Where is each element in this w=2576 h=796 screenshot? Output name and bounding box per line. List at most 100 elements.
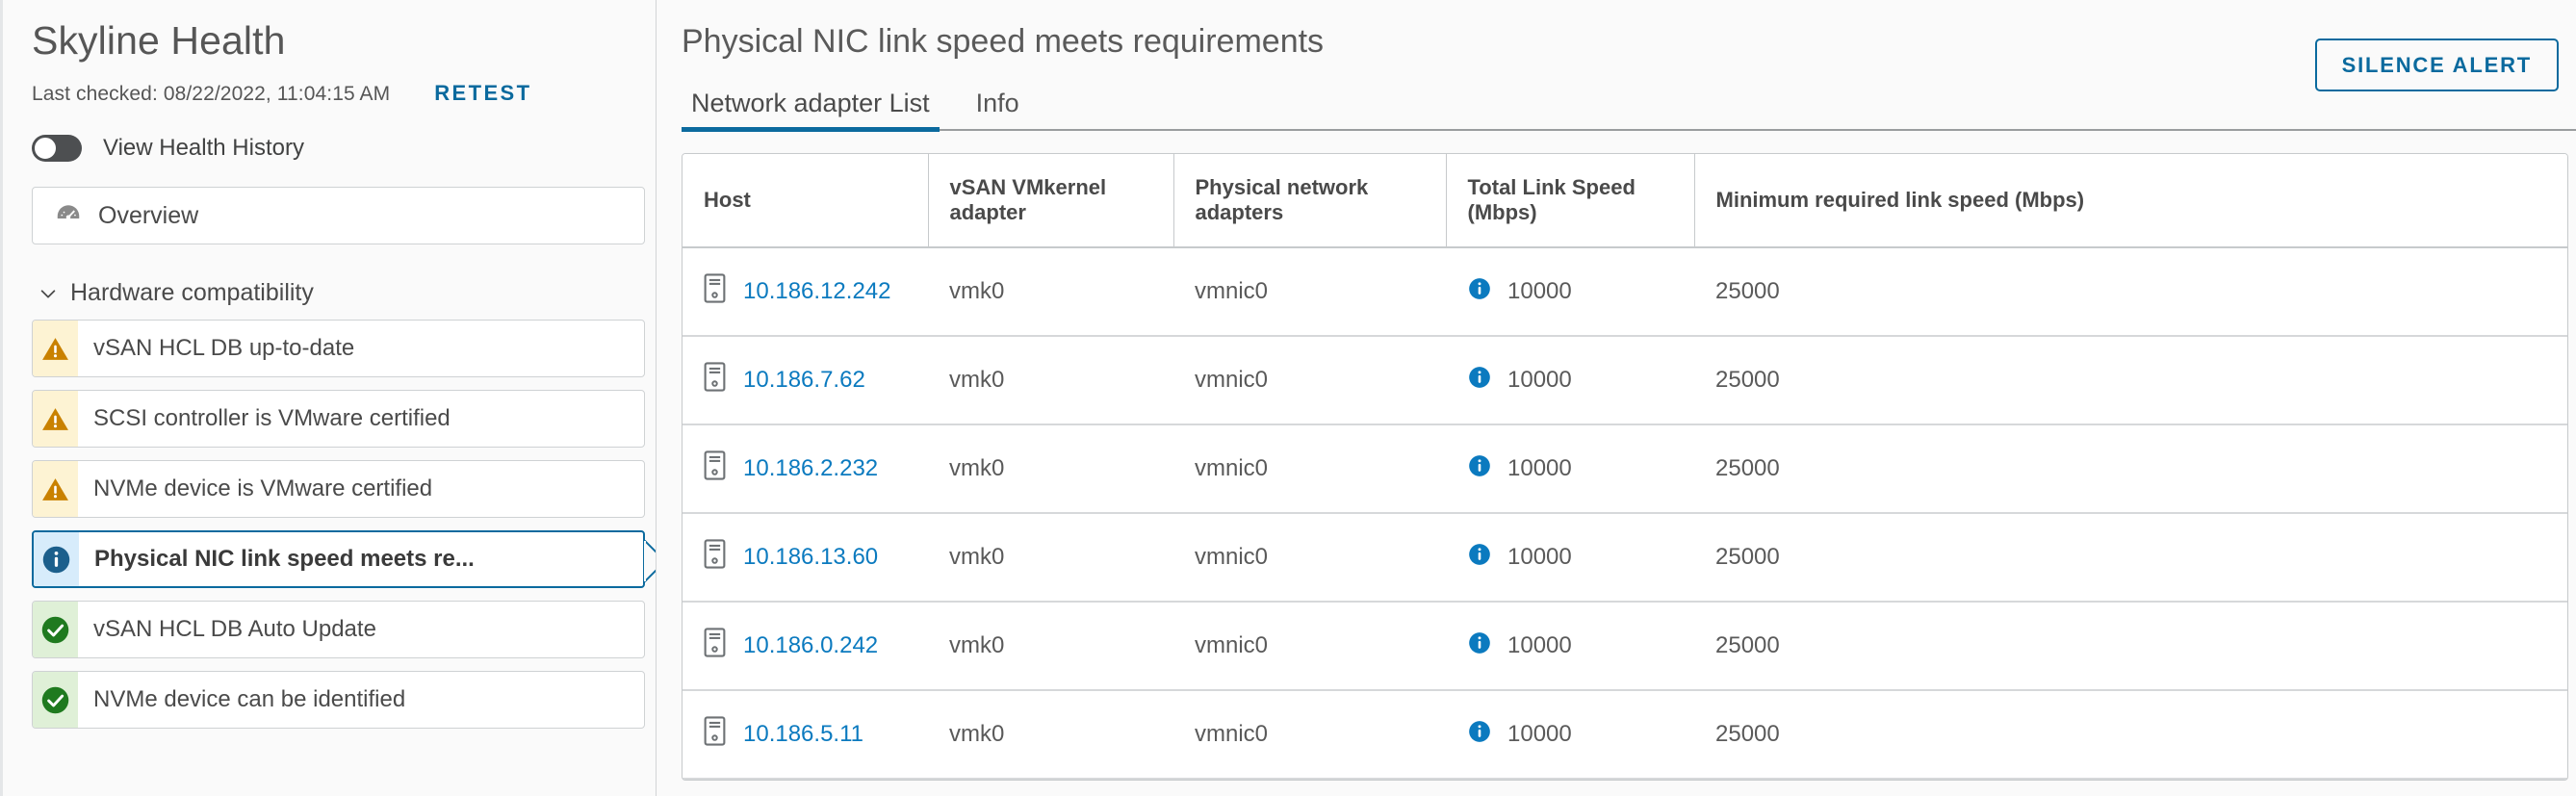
table-body: 10.186.12.242 vmk0 vmnic0 10000 25000 10… bbox=[683, 247, 2567, 780]
cell-min-link-speed: 25000 bbox=[1694, 424, 2567, 514]
sidebar: Skyline Health Last checked: 08/22/2022,… bbox=[0, 0, 657, 796]
tab-info[interactable]: Info bbox=[966, 89, 1029, 132]
view-health-history-toggle[interactable] bbox=[32, 135, 82, 163]
cell-pnic: vmnic0 bbox=[1173, 602, 1446, 691]
total-link-speed-value: 10000 bbox=[1507, 721, 1572, 747]
column-header-vsan-vmkernel-adapter[interactable]: vSAN VMkernel adapter bbox=[928, 154, 1174, 248]
cell-host: 10.186.2.232 bbox=[683, 424, 928, 514]
host-link[interactable]: 10.186.7.62 bbox=[743, 367, 865, 394]
total-link-speed-value: 10000 bbox=[1507, 367, 1572, 393]
warning-triangle-icon bbox=[33, 321, 78, 377]
column-header-physical-network-adapters[interactable]: Physical network adapters bbox=[1173, 154, 1447, 248]
tab-bar: Network adapter List Info bbox=[682, 82, 2576, 132]
column-header-minimum-required-link-speed[interactable]: Minimum required link speed (Mbps) bbox=[1694, 154, 2567, 248]
page-title: Skyline Health bbox=[32, 18, 286, 63]
sidebar-item-label: Physical NIC link speed meets re... bbox=[94, 546, 475, 573]
retest-button[interactable]: RETEST bbox=[434, 81, 531, 106]
cell-total-link-speed: 10000 bbox=[1446, 690, 1694, 780]
sidebar-item-vsan-hcl-db-up-to-date[interactable]: vSAN HCL DB up-to-date bbox=[32, 320, 645, 378]
last-checked-text: Last checked: 08/22/2022, 11:04:15 AM bbox=[32, 83, 391, 106]
toggle-knob bbox=[34, 137, 57, 161]
column-header-host[interactable]: Host bbox=[683, 154, 929, 248]
cell-total-link-speed: 10000 bbox=[1446, 424, 1694, 514]
info-circle-icon bbox=[1467, 630, 1492, 662]
main-content: Physical NIC link speed meets requiremen… bbox=[657, 0, 2576, 796]
info-circle-icon bbox=[34, 532, 79, 587]
cell-min-link-speed: 25000 bbox=[1694, 602, 2567, 691]
cell-host: 10.186.13.60 bbox=[683, 513, 928, 603]
cell-host: 10.186.5.11 bbox=[683, 690, 928, 780]
info-circle-icon bbox=[1467, 365, 1492, 397]
check-circle-icon bbox=[33, 672, 78, 729]
total-link-speed-value: 10000 bbox=[1507, 455, 1572, 481]
sidebar-item-vsan-hcl-db-auto-update[interactable]: vSAN HCL DB Auto Update bbox=[32, 601, 645, 659]
sidebar-item-label: SCSI controller is VMware certified bbox=[93, 405, 451, 432]
host-link[interactable]: 10.186.0.242 bbox=[743, 632, 878, 659]
info-circle-icon bbox=[1467, 453, 1492, 485]
cell-vmkernel: vmk0 bbox=[928, 602, 1173, 691]
info-circle-icon bbox=[1467, 719, 1492, 751]
cell-pnic: vmnic0 bbox=[1173, 247, 1446, 337]
cell-min-link-speed: 25000 bbox=[1694, 513, 2567, 603]
sidebar-item-label: NVMe device is VMware certified bbox=[93, 475, 433, 502]
view-health-history-label: View Health History bbox=[103, 135, 304, 162]
total-link-speed-value: 10000 bbox=[1507, 278, 1572, 304]
column-header-total-link-speed[interactable]: Total Link Speed (Mbps) bbox=[1446, 154, 1695, 248]
host-link[interactable]: 10.186.13.60 bbox=[743, 544, 878, 571]
cell-host: 10.186.7.62 bbox=[683, 336, 928, 425]
total-link-speed-value: 10000 bbox=[1507, 632, 1572, 658]
table-header-row: Host vSAN VMkernel adapter Physical netw… bbox=[683, 154, 2567, 248]
last-checked-row: Last checked: 08/22/2022, 11:04:15 AM RE… bbox=[32, 81, 656, 106]
skyline-health-window: Skyline Health Last checked: 08/22/2022,… bbox=[0, 0, 2576, 796]
cell-vmkernel: vmk0 bbox=[928, 336, 1173, 425]
sidebar-item-nvme-device-is-vmware-certified[interactable]: NVMe device is VMware certified bbox=[32, 460, 645, 519]
server-icon bbox=[704, 628, 726, 664]
cell-min-link-speed: 25000 bbox=[1694, 690, 2567, 780]
cell-vmkernel: vmk0 bbox=[928, 690, 1173, 780]
sidebar-item-overview[interactable]: Overview bbox=[32, 187, 645, 245]
server-icon bbox=[704, 539, 726, 576]
host-link[interactable]: 10.186.5.11 bbox=[743, 721, 863, 748]
group-hardware-compatibility-label: Hardware compatibility bbox=[70, 279, 314, 307]
cell-pnic: vmnic0 bbox=[1173, 336, 1446, 425]
table-row[interactable]: 10.186.2.232 vmk0 vmnic0 10000 25000 bbox=[683, 424, 2567, 514]
cell-total-link-speed: 10000 bbox=[1446, 247, 1694, 337]
server-icon bbox=[704, 450, 726, 487]
sidebar-item-nvme-device-can-be-identified[interactable]: NVMe device can be identified bbox=[32, 671, 645, 730]
sidebar-item-overview-label: Overview bbox=[98, 201, 199, 229]
server-icon bbox=[704, 362, 726, 398]
check-circle-icon bbox=[33, 602, 78, 658]
network-adapter-table: Host vSAN VMkernel adapter Physical netw… bbox=[682, 153, 2568, 781]
detail-page-title: Physical NIC link speed meets requiremen… bbox=[682, 23, 1325, 60]
cell-host: 10.186.0.242 bbox=[683, 602, 928, 691]
cell-pnic: vmnic0 bbox=[1173, 690, 1446, 780]
cell-vmkernel: vmk0 bbox=[928, 424, 1173, 514]
server-icon bbox=[704, 273, 726, 310]
view-health-history-row: View Health History bbox=[32, 135, 656, 163]
cell-host: 10.186.12.242 bbox=[683, 247, 928, 337]
host-link[interactable]: 10.186.2.232 bbox=[743, 455, 878, 482]
info-circle-icon bbox=[1467, 276, 1492, 308]
sidebar-item-physical-nic-link-speed-meets-requirements[interactable]: Physical NIC link speed meets re... bbox=[32, 530, 656, 589]
table-row[interactable]: 10.186.13.60 vmk0 vmnic0 10000 25000 bbox=[683, 513, 2567, 603]
sidebar-item-scsi-controller-is-vmware-certified[interactable]: SCSI controller is VMware certified bbox=[32, 390, 645, 449]
table-row[interactable]: 10.186.0.242 vmk0 vmnic0 10000 25000 bbox=[683, 602, 2567, 691]
cell-total-link-speed: 10000 bbox=[1446, 336, 1694, 425]
cell-vmkernel: vmk0 bbox=[928, 513, 1173, 603]
info-circle-icon bbox=[1467, 542, 1492, 574]
table-row[interactable]: 10.186.5.11 vmk0 vmnic0 10000 25000 bbox=[683, 690, 2567, 780]
cell-vmkernel: vmk0 bbox=[928, 247, 1173, 337]
table-row[interactable]: 10.186.7.62 vmk0 vmnic0 10000 25000 bbox=[683, 336, 2567, 425]
tab-network-adapter-list[interactable]: Network adapter List bbox=[682, 89, 940, 132]
main-header: Physical NIC link speed meets requiremen… bbox=[657, 23, 2576, 132]
cell-min-link-speed: 25000 bbox=[1694, 336, 2567, 425]
sidebar-item-label: vSAN HCL DB Auto Update bbox=[93, 616, 376, 643]
cell-pnic: vmnic0 bbox=[1173, 424, 1446, 514]
host-link[interactable]: 10.186.12.242 bbox=[743, 278, 890, 305]
cell-total-link-speed: 10000 bbox=[1446, 513, 1694, 603]
sidebar-item-label: vSAN HCL DB up-to-date bbox=[93, 335, 355, 362]
cell-min-link-speed: 25000 bbox=[1694, 247, 2567, 337]
health-check-list: vSAN HCL DB up-to-date SCSI controller i… bbox=[32, 320, 656, 730]
group-hardware-compatibility[interactable]: Hardware compatibility bbox=[38, 279, 656, 307]
table-row[interactable]: 10.186.12.242 vmk0 vmnic0 10000 25000 bbox=[683, 247, 2567, 337]
